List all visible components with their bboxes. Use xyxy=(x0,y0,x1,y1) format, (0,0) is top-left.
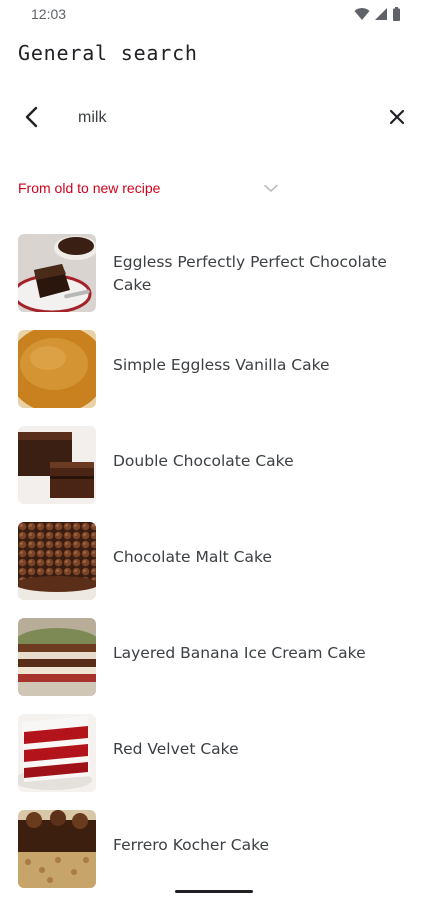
recipe-thumbnail xyxy=(18,234,96,312)
status-time: 12:03 xyxy=(31,6,67,22)
recipe-title: Simple Eggless Vanilla Cake xyxy=(113,356,330,374)
recipe-item[interactable]: Chocolate Malt Cake xyxy=(0,514,427,600)
recipe-item[interactable]: Layered Banana Ice Cream Cake xyxy=(0,610,427,696)
signal-icon xyxy=(374,7,388,21)
recipe-thumbnail xyxy=(18,618,96,696)
recipe-title: Chocolate Malt Cake xyxy=(113,548,272,566)
recipe-item[interactable]: Ferrero Kocher Cake xyxy=(0,802,427,888)
back-button[interactable] xyxy=(16,104,46,134)
recipe-title: Red Velvet Cake xyxy=(113,740,239,758)
recipe-title: Layered Banana Ice Cream Cake xyxy=(113,644,366,662)
sort-selected-label: From old to new recipe xyxy=(18,180,161,196)
search-input[interactable] xyxy=(78,106,368,130)
chevron-down-icon xyxy=(264,184,278,193)
recipe-thumbnail xyxy=(18,330,96,408)
status-icons xyxy=(354,7,401,21)
search-bar xyxy=(0,96,427,140)
recipe-title: Double Chocolate Cake xyxy=(113,452,294,470)
recipe-thumbnail xyxy=(18,810,96,888)
recipe-item[interactable]: Simple Eggless Vanilla Cake xyxy=(0,322,427,408)
recipe-item[interactable]: Eggless Perfectly Perfect Chocolate Cake xyxy=(0,226,427,312)
gesture-bar[interactable] xyxy=(175,890,253,893)
recipe-thumbnail xyxy=(18,426,96,504)
recipe-item[interactable]: Double Chocolate Cake xyxy=(0,418,427,504)
recipe-title: Eggless Perfectly Perfect Chocolate Cake xyxy=(113,253,387,294)
clear-search-button[interactable] xyxy=(382,104,412,134)
recipe-title: Ferrero Kocher Cake xyxy=(113,836,270,854)
status-bar: 12:03 xyxy=(0,0,427,30)
battery-icon xyxy=(392,7,401,21)
chevron-left-icon xyxy=(24,106,38,132)
close-icon xyxy=(389,109,405,129)
recipe-thumbnail xyxy=(18,522,96,600)
page-title: General search xyxy=(18,41,198,65)
wifi-icon xyxy=(354,7,370,21)
sort-dropdown[interactable]: From old to new recipe xyxy=(18,176,286,200)
recipe-thumbnail xyxy=(18,714,96,792)
recipe-item[interactable]: Red Velvet Cake xyxy=(0,706,427,792)
